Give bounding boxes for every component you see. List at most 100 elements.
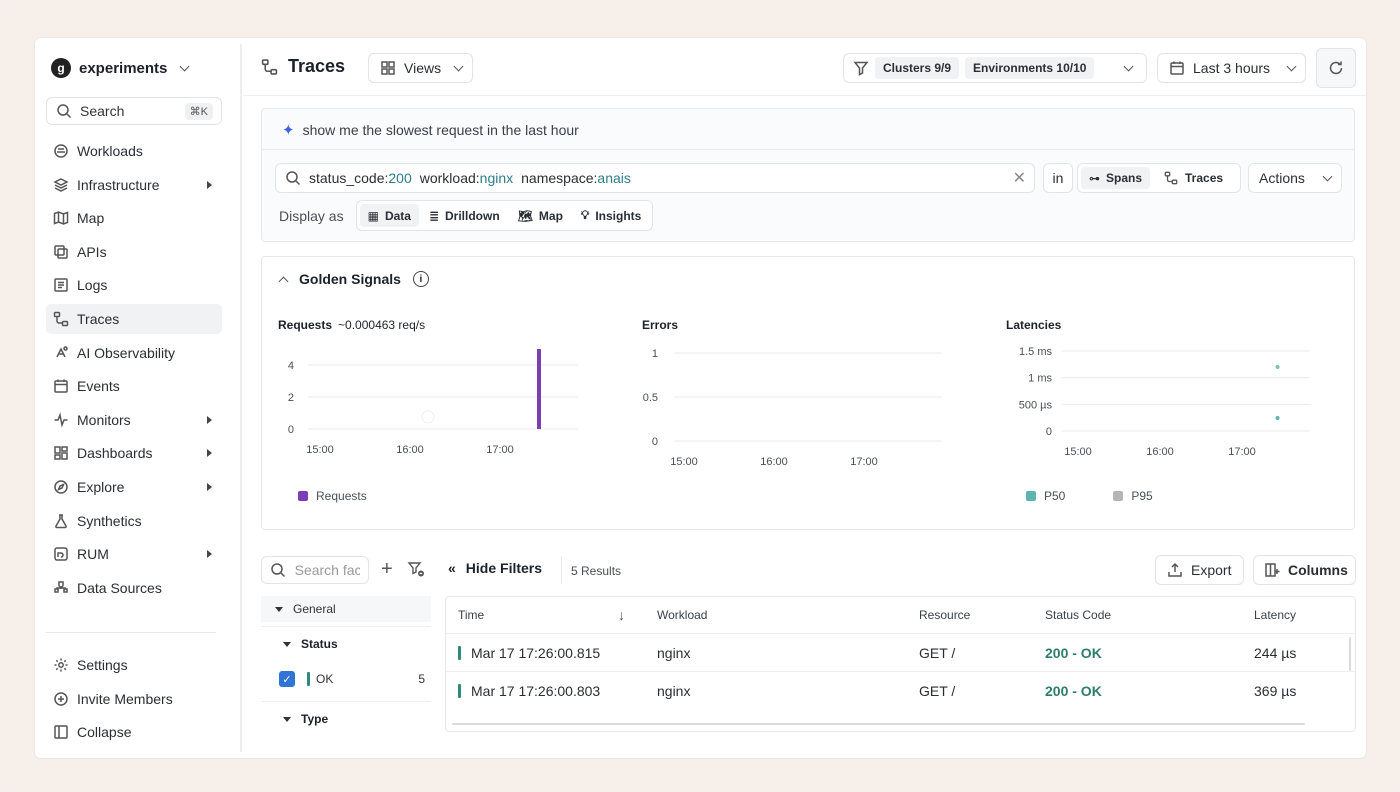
infrastructure-icon <box>52 176 69 193</box>
filter-group-type[interactable]: Type <box>261 702 431 736</box>
rum-icon <box>52 546 69 563</box>
filter-search-placeholder: Search fac <box>294 562 360 578</box>
sidebar-search-label: Search <box>80 103 125 119</box>
p50-legend[interactable]: P50 <box>1044 489 1065 503</box>
sidebar-item-label: Infrastructure <box>77 176 160 193</box>
cluster-env-filter[interactable]: Clusters 9/9 Environments 10/10 <box>843 53 1147 83</box>
x-tick-label: 15:00 <box>306 444 334 456</box>
table-row[interactable]: Mar 17 17:26:00.815 nginx GET / 200 - OK… <box>446 633 1355 671</box>
monitors-icon <box>52 411 69 428</box>
p95-swatch <box>1113 491 1124 501</box>
status-ok-count: 5 <box>418 672 425 686</box>
table-row[interactable]: Mar 17 17:26:00.803 nginx GET / 200 - OK… <box>446 671 1355 709</box>
traces-toggle[interactable]: Traces <box>1154 166 1231 191</box>
y-tick-label: 0.5 <box>643 392 658 404</box>
sidebar-item-invite-members[interactable]: Invite Members <box>46 684 222 714</box>
row-resource: GET / <box>919 645 956 661</box>
status-color-bar <box>458 646 461 660</box>
sidebar-item-rum[interactable]: RUM <box>46 539 222 569</box>
filter-group-general[interactable]: General <box>261 596 431 622</box>
display-as-row: Display as ▦ Data ≣ Drilldown 🗺︎ Map 💡︎ Insi… <box>279 200 654 231</box>
display-data-option[interactable]: ▦ Data <box>359 204 419 227</box>
time-range-picker[interactable]: Last 3 hours <box>1157 53 1306 83</box>
display-drilldown-option[interactable]: ≣ Drilldown <box>421 204 508 227</box>
logs-icon <box>52 277 69 294</box>
column-header-time[interactable]: Time ↓ <box>458 597 625 633</box>
row-status: 200 - OK <box>1045 683 1102 699</box>
x-tick-label: 16:00 <box>396 444 424 456</box>
map-icon <box>52 210 69 227</box>
column-header-latency[interactable]: Latency <box>1254 597 1296 633</box>
errors-chart: 0 0.5 1 15:00 16:00 17:00 <box>643 348 942 468</box>
query-divider <box>262 149 1354 150</box>
display-insights-option[interactable]: 💡︎ Insights <box>573 204 649 227</box>
sidebar-divider <box>46 632 216 633</box>
sidebar-item-infrastructure[interactable]: Infrastructure <box>46 170 222 200</box>
sidebar-item-settings[interactable]: Settings <box>46 650 222 680</box>
query-token: workload:nginx <box>419 170 514 186</box>
views-button[interactable]: Views <box>368 53 474 83</box>
info-icon[interactable]: i <box>412 271 429 287</box>
columns-button[interactable]: Columns <box>1253 555 1356 585</box>
chevron-down-icon <box>453 61 464 71</box>
y-tick-label: 1.5 ms <box>1019 347 1053 358</box>
chevron-up-icon[interactable] <box>278 276 289 286</box>
column-header-workload[interactable]: Workload <box>657 597 707 633</box>
sidebar-bottom-nav: Settings Invite Members Collapse <box>46 650 222 751</box>
status-ok-filter[interactable]: ✓ OK 5 <box>261 661 431 697</box>
latencies-chart-title: Latencies <box>1006 318 1062 332</box>
golden-signals-header[interactable]: Golden Signals i <box>278 271 429 287</box>
clear-filters-icon[interactable] <box>407 560 425 581</box>
display-map-option[interactable]: 🗺︎ Map <box>510 204 571 227</box>
p95-legend[interactable]: P95 <box>1131 489 1152 503</box>
sidebar-item-label: Data Sources <box>77 579 162 596</box>
requests-legend[interactable]: Requests <box>298 489 367 503</box>
column-header-status-code[interactable]: Status Code <box>1045 597 1111 633</box>
filter-search-input[interactable]: Search fac <box>261 556 369 584</box>
query-token: namespace:anais <box>521 170 631 186</box>
time-range-label: Last 3 hours <box>1193 60 1271 76</box>
requests-bar <box>537 349 541 429</box>
row-latency: 369 µs <box>1254 683 1297 699</box>
ai-query[interactable]: ✦ show me the slowest request in the las… <box>282 121 579 139</box>
export-button[interactable]: Export <box>1155 555 1244 585</box>
hide-filters-button[interactable]: « Hide Filters <box>448 560 542 576</box>
spans-toggle[interactable]: ⊶ Spans <box>1081 167 1151 189</box>
environments-pill[interactable]: Environments 10/10 <box>965 57 1095 79</box>
actions-button[interactable]: Actions <box>1248 163 1342 193</box>
sidebar-item-monitors[interactable]: Monitors <box>46 405 222 435</box>
sidebar-item-apis[interactable]: APIs <box>46 237 222 267</box>
chevron-down-icon <box>1123 61 1134 71</box>
sidebar-item-ai-observability[interactable]: AI Observability <box>46 338 222 368</box>
sort-down-icon[interactable]: ↓ <box>618 607 625 623</box>
horizontal-scrollbar[interactable] <box>452 723 1305 725</box>
query-panel: ✦ show me the slowest request in the las… <box>261 108 1355 242</box>
sidebar-item-traces[interactable]: Traces <box>46 303 222 334</box>
sidebar-item-dashboards[interactable]: Dashboards <box>46 438 222 468</box>
sidebar-item-workloads[interactable]: Workloads <box>46 136 222 166</box>
refresh-button[interactable] <box>1316 48 1356 88</box>
row-status: 200 - OK <box>1045 645 1102 661</box>
query-input[interactable]: status_code:200 workload:nginx namespace… <box>275 163 1035 193</box>
filter-group-status[interactable]: Status <box>261 627 431 661</box>
add-filter-icon[interactable]: + <box>381 558 393 581</box>
sidebar-item-synthetics[interactable]: Synthetics <box>46 506 222 536</box>
sidebar-item-events[interactable]: Events <box>46 371 222 401</box>
sidebar-item-label: Monitors <box>77 411 131 428</box>
sidebar-item-map[interactable]: Map <box>46 203 222 233</box>
column-header-resource[interactable]: Resource <box>919 597 970 633</box>
clusters-pill[interactable]: Clusters 9/9 <box>875 57 960 79</box>
sidebar-item-explore[interactable]: Explore <box>46 472 222 502</box>
x-tick-label: 17:00 <box>1228 446 1256 458</box>
clear-query-icon[interactable]: ✕ <box>1013 168 1026 188</box>
vertical-scrollbar[interactable] <box>1349 637 1351 671</box>
workspace-switcher[interactable]: g experiments <box>51 56 190 80</box>
events-icon <box>52 378 69 395</box>
caret-right-icon <box>207 180 212 189</box>
sidebar-search[interactable]: Search ⌘K <box>46 97 222 125</box>
checkbox-checked-icon[interactable]: ✓ <box>279 671 295 687</box>
sidebar-item-collapse[interactable]: Collapse <box>46 717 222 747</box>
sidebar-item-logs[interactable]: Logs <box>46 270 222 300</box>
sidebar-item-data-sources[interactable]: Data Sources <box>46 573 222 603</box>
caret-down-icon <box>283 641 291 647</box>
